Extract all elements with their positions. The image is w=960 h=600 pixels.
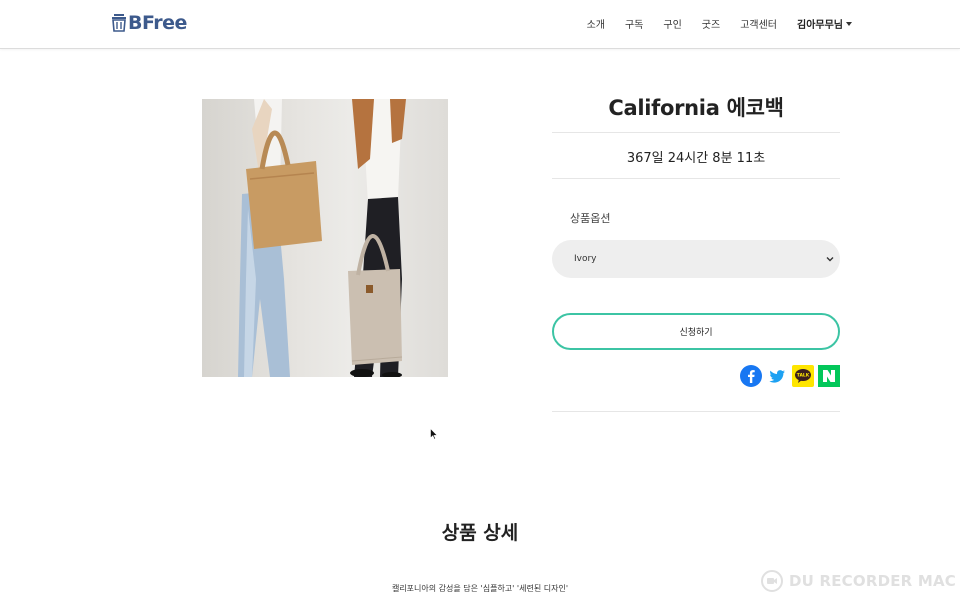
logo[interactable]: BFree	[112, 12, 187, 34]
countdown-timer: 367일 24시간 8분 11초	[626, 151, 766, 166]
share-icons: TALK	[552, 365, 840, 389]
kakaotalk-icon[interactable]: TALK	[792, 365, 814, 387]
logo-text: BFree	[128, 12, 187, 34]
chevron-down-icon	[826, 257, 834, 262]
nav-item-goods[interactable]: 굿즈	[702, 16, 720, 31]
naver-icon[interactable]	[818, 365, 840, 387]
watermark-text: DU RECORDER MAC	[789, 572, 956, 590]
caret-down-icon	[846, 22, 852, 26]
nav-item-jobs[interactable]: 구인	[663, 16, 681, 31]
divider	[552, 178, 840, 179]
svg-text:TALK: TALK	[797, 373, 810, 379]
mouse-cursor-icon	[430, 428, 438, 440]
option-select[interactable]: Ivory	[552, 240, 840, 278]
twitter-icon[interactable]	[766, 365, 788, 387]
user-name: 김아무무님	[797, 20, 843, 31]
main-nav: 소개 구독 구인 굿즈 고객센터 김아무무님	[567, 16, 852, 31]
apply-button[interactable]: 신청하기	[552, 313, 840, 350]
product-title: California 에코백	[608, 96, 784, 120]
nav-item-about[interactable]: 소개	[587, 16, 605, 31]
recorder-icon	[761, 570, 784, 592]
logo-icon	[112, 14, 126, 32]
option-selected-value: Ivory	[574, 254, 597, 264]
nav-item-support[interactable]: 고객센터	[740, 16, 777, 31]
details-title: 상품 상세	[441, 522, 519, 544]
recorder-watermark: DU RECORDER MAC	[761, 570, 956, 592]
facebook-icon[interactable]	[740, 365, 762, 387]
nav-item-subscribe[interactable]: 구독	[625, 16, 643, 31]
product-photo	[238, 99, 406, 377]
navbar: BFree 소개 구독 구인 굿즈 고객센터 김아무무님	[0, 0, 960, 49]
product-image	[202, 99, 448, 377]
product-panel: California 에코백 367일 24시간 8분 11초 상품옵션 Ivo…	[552, 80, 840, 389]
option-label: 상품옵션	[570, 212, 611, 225]
panel-divider	[552, 411, 840, 412]
user-menu-toggle[interactable]: 김아무무님	[797, 16, 852, 31]
